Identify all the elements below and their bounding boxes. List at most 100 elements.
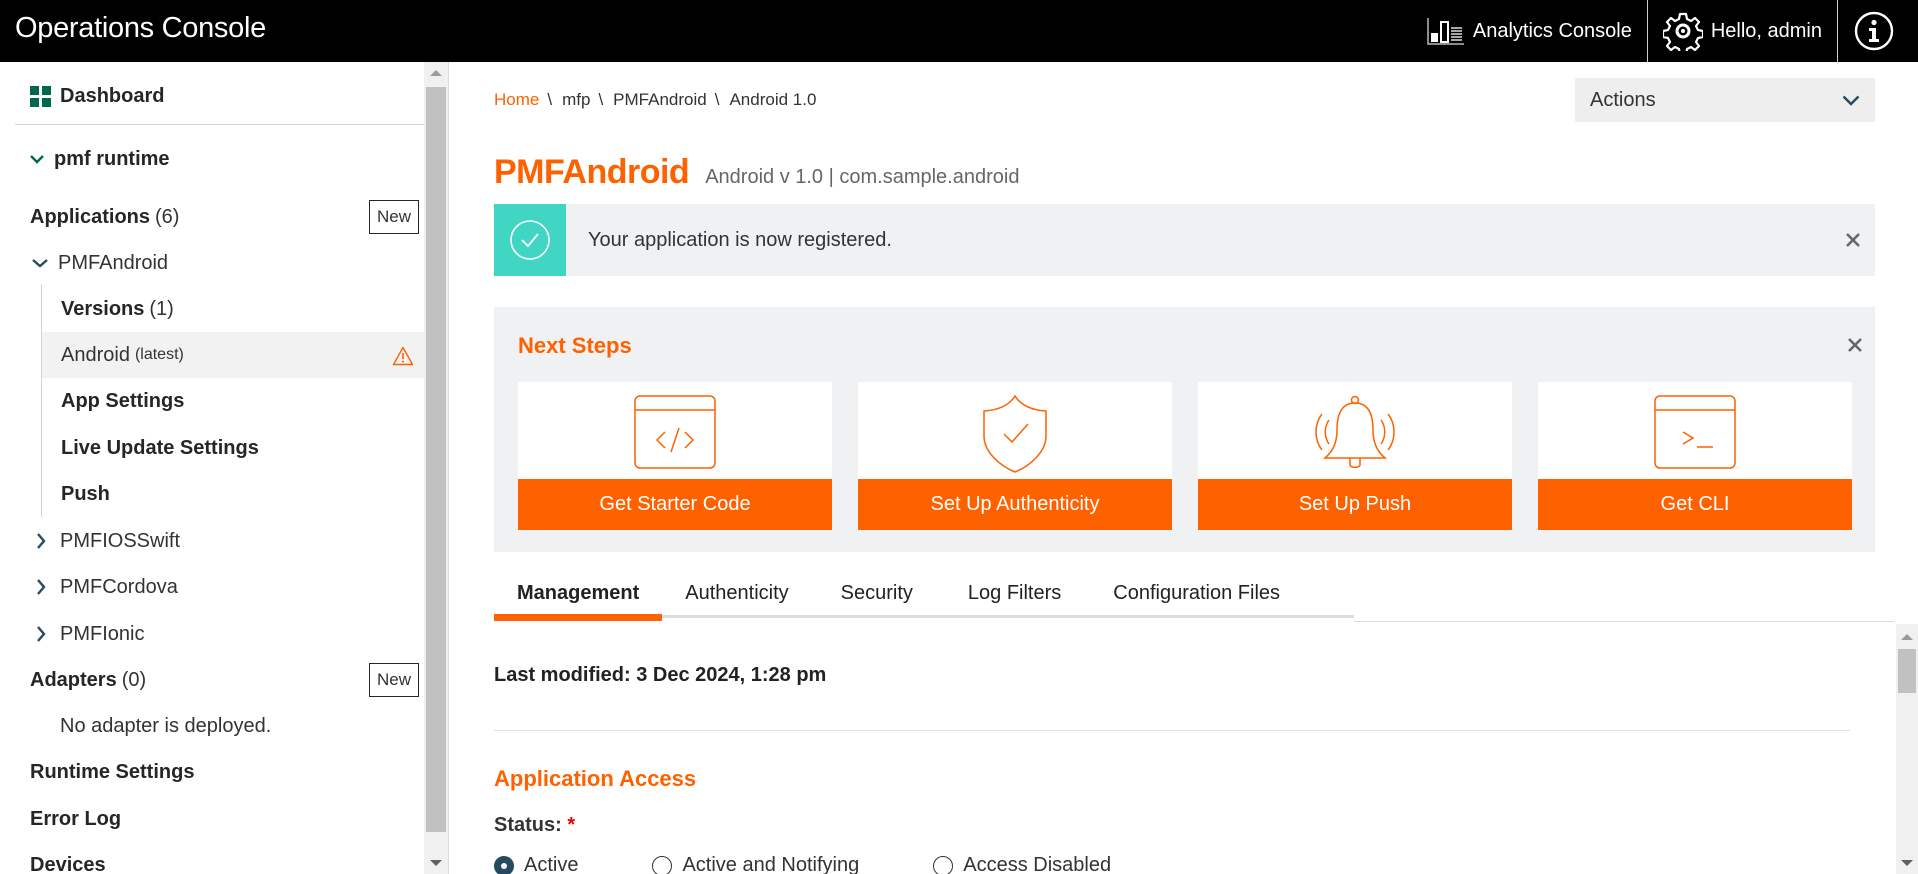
top-right-menu: Analytics Console Hello, admin <box>1412 0 1918 62</box>
warning-icon <box>392 346 414 366</box>
sidebar-item-versions[interactable]: Versions (1) <box>61 292 424 326</box>
applications-count: (6) <box>155 205 180 228</box>
push-label: Push <box>61 482 110 505</box>
new-application-button[interactable]: New <box>369 200 419 234</box>
status-label-text: Status: <box>494 814 562 836</box>
radio-label: Active and Notifying <box>682 854 860 874</box>
app-title: Operations Console <box>15 12 266 44</box>
adapters-label: Adapters <box>30 668 117 691</box>
breadcrumb-item[interactable]: PMFAndroid <box>613 90 707 110</box>
get-cli-card[interactable]: Get CLI <box>1538 382 1852 530</box>
breadcrumb-home[interactable]: Home <box>494 90 539 110</box>
close-icon[interactable] <box>1845 232 1861 248</box>
tab-authenticity[interactable]: Authenticity <box>662 569 811 618</box>
radio-active[interactable]: Active <box>494 854 578 874</box>
next-steps-title: Next Steps <box>518 333 632 358</box>
status-label: Status: * <box>494 814 575 837</box>
set-up-push-card[interactable]: Set Up Push <box>1198 382 1512 530</box>
radio-unselected-icon[interactable] <box>933 855 954 874</box>
runtime-settings-label: Runtime Settings <box>30 760 195 783</box>
close-icon[interactable] <box>1847 337 1863 353</box>
sidebar-item-app-settings[interactable]: App Settings <box>61 384 424 418</box>
section-divider <box>494 730 1850 731</box>
sidebar-item-runtime-settings[interactable]: Runtime Settings <box>30 755 424 789</box>
radio-unselected-icon[interactable] <box>652 855 673 874</box>
breadcrumb-separator: \ <box>714 90 720 109</box>
app-name: PMFAndroid <box>58 251 169 274</box>
sidebar-app-pmfionic[interactable]: PMFIonic <box>36 617 424 651</box>
sidebar-divider <box>15 124 424 125</box>
analytics-console-link[interactable]: Analytics Console <box>1412 0 1647 62</box>
chevron-right-icon <box>37 533 46 549</box>
get-starter-code-card[interactable]: Get Starter Code <box>518 382 832 530</box>
chevron-down-icon <box>1842 95 1860 106</box>
bell-ringing-icon <box>1315 395 1395 468</box>
version-latest-tag: (latest) <box>134 346 184 363</box>
applications-label: Applications <box>30 205 151 228</box>
next-steps-panel: Next Steps Get Starter Code Set Up Authe… <box>494 307 1875 552</box>
sidebar-item-android-version[interactable]: Android (latest) <box>61 338 424 372</box>
application-access-title: Application Access <box>494 766 697 791</box>
tab-security[interactable]: Security <box>812 569 942 618</box>
sidebar-item-dashboard[interactable]: Dashboard <box>30 82 424 110</box>
shield-check-icon <box>983 394 1047 473</box>
required-mark: * <box>567 814 576 836</box>
chevron-down-icon <box>30 155 44 164</box>
scroll-up-arrow-icon[interactable] <box>1901 634 1913 640</box>
get-starter-code-button[interactable]: Get Starter Code <box>518 479 832 530</box>
tab-bar: Management Authenticity Security Log Fil… <box>494 569 1354 621</box>
sidebar-scrollbar[interactable] <box>424 62 448 874</box>
app-settings-label: App Settings <box>61 389 185 412</box>
new-adapter-button[interactable]: New <box>369 663 419 697</box>
chevron-right-icon <box>37 626 46 642</box>
last-modified: Last modified: 3 Dec 2024, 1:28 pm <box>494 664 827 686</box>
tab-management[interactable]: Management <box>494 569 663 621</box>
sidebar-item-applications[interactable]: Applications (6) <box>30 200 424 234</box>
sidebar-item-devices[interactable]: Devices <box>30 848 424 874</box>
chevron-right-icon <box>37 579 46 595</box>
info-button[interactable] <box>1837 0 1918 62</box>
scroll-up-arrow-icon[interactable] <box>430 70 442 76</box>
set-up-authenticity-button[interactable]: Set Up Authenticity <box>858 479 1172 530</box>
radio-access-disabled[interactable]: Access Disabled <box>933 854 1111 874</box>
scrollbar-thumb[interactable] <box>1898 649 1916 693</box>
sidebar-app-pmfiosswift[interactable]: PMFIOSSwift <box>36 524 424 558</box>
scrollbar-thumb[interactable] <box>426 87 446 832</box>
versions-count: (1) <box>149 297 174 320</box>
tab-configuration-files[interactable]: Configuration Files <box>1087 569 1306 618</box>
chevron-down-icon <box>32 259 48 268</box>
sidebar-item-live-update-settings[interactable]: Live Update Settings <box>61 431 424 465</box>
status-radio-group: Active Active and Notifying Access Disab… <box>494 854 1141 874</box>
analytics-chart-icon <box>1427 18 1464 45</box>
get-cli-button[interactable]: Get CLI <box>1538 479 1852 530</box>
page-title-row: PMFAndroid Android v 1.0 | com.sample.an… <box>494 153 1019 192</box>
versions-label: Versions <box>61 297 145 320</box>
sidebar-app-pmfandroid[interactable]: PMFAndroid <box>32 246 424 280</box>
radio-selected-icon[interactable] <box>494 855 514 874</box>
sidebar-item-push[interactable]: Push <box>61 477 424 511</box>
scroll-down-arrow-icon[interactable] <box>430 860 442 866</box>
scroll-down-arrow-icon[interactable] <box>1901 860 1913 866</box>
greeting-label: Hello, admin <box>1710 19 1822 42</box>
dashboard-grid-icon <box>30 85 51 107</box>
actions-dropdown[interactable]: Actions <box>1575 78 1875 122</box>
app-name: PMFIonic <box>60 622 145 645</box>
radio-label: Access Disabled <box>963 854 1112 874</box>
sidebar-item-runtime[interactable]: pmf runtime <box>30 142 424 176</box>
breadcrumb-item[interactable]: mfp <box>562 90 590 110</box>
sidebar-item-error-log[interactable]: Error Log <box>30 802 424 836</box>
main-content: Home \ mfp \ PMFAndroid \ Android 1.0 Ac… <box>449 62 1918 874</box>
sidebar-app-pmfcordova[interactable]: PMFCordova <box>36 570 424 604</box>
breadcrumb-separator: \ <box>547 90 553 109</box>
tab-log-filters[interactable]: Log Filters <box>942 569 1087 618</box>
sidebar-item-adapters[interactable]: Adapters (0) <box>30 663 424 697</box>
set-up-authenticity-card[interactable]: Set Up Authenticity <box>858 382 1172 530</box>
check-circle-icon <box>510 220 550 260</box>
user-menu[interactable]: Hello, admin <box>1646 0 1837 62</box>
radio-active-and-notifying[interactable]: Active and Notifying <box>652 854 859 874</box>
top-bar: Operations Console Analytics Console Hel… <box>0 0 1918 62</box>
content-scrollbar[interactable] <box>1896 624 1918 874</box>
set-up-push-button[interactable]: Set Up Push <box>1198 479 1512 530</box>
info-icon <box>1854 11 1894 51</box>
actions-label: Actions <box>1590 88 1656 111</box>
